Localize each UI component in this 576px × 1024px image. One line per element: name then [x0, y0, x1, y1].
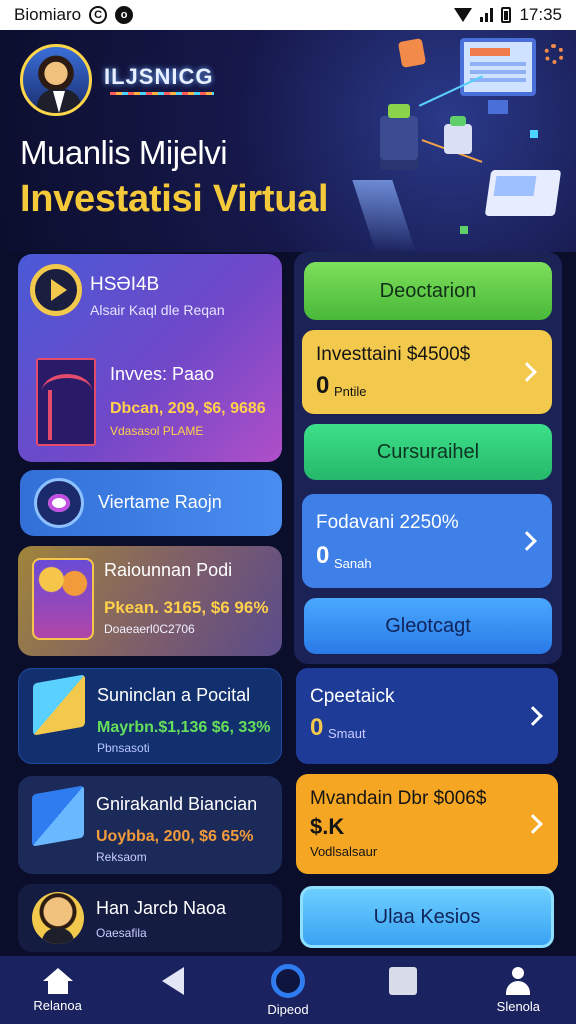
- balance-card-title: Gnirakanld Biancian: [96, 794, 258, 814]
- status-bar: Biomiaro C o 17:35: [0, 0, 576, 30]
- profile-card[interactable]: Han Jarcb Naoa Oaesafila: [18, 884, 282, 952]
- left-column: HSƏI4B Alsair Kaql dle Reqan Invves: Paa…: [14, 252, 286, 952]
- chart-thumbnail-icon: [36, 358, 96, 446]
- featured-subtitle: Alsair Kaql dle Reqan: [90, 302, 225, 318]
- nav-profile-label: Slenola: [496, 998, 541, 1014]
- coins-card[interactable]: Raiounnan Podi Pkean. 3165, $6 96% Doaea…: [18, 546, 282, 656]
- portfolio-card-value: Mayrbn.$1,136 $6, 33%: [97, 719, 271, 736]
- coins-card-note: Doaeaerl0C2706: [104, 622, 195, 636]
- portfolio-card-note: Pbnsasoti: [97, 741, 150, 755]
- monitor-icon: [460, 38, 536, 96]
- investment-title: Investtaini $4500$: [316, 344, 471, 365]
- mvandain-title: Mvandain Dbr $006$: [310, 788, 487, 809]
- coins-icon: [32, 558, 94, 640]
- avatar[interactable]: [20, 44, 92, 116]
- square-icon: [389, 967, 418, 995]
- mvandain-note: Vodlsalsaur: [310, 844, 378, 859]
- coins-card-title: Raiounnan Podi: [104, 560, 233, 580]
- chat-card[interactable]: Viertame Raojn: [20, 470, 282, 536]
- coins-card-value: Pkean. 3165, $6 96%: [104, 598, 269, 617]
- balance-card[interactable]: Gnirakanld Biancian Uoybba, 200, $6 65% …: [18, 776, 282, 874]
- nav-back[interactable]: [123, 967, 223, 1013]
- featured-title: HSƏI4B: [90, 274, 160, 295]
- chevron-right-icon: [523, 814, 543, 834]
- featured-item-title: Invves: Paao: [110, 364, 215, 384]
- mvandain-value: $.K: [310, 814, 345, 839]
- balance-card-value: Uoybba, 200, $6 65%: [96, 828, 254, 845]
- home-icon: [42, 967, 73, 994]
- battery-icon: [501, 7, 512, 23]
- cube-icon: [444, 116, 472, 154]
- laptop-icon: [484, 170, 562, 216]
- hero-banner: ILJSNICG Muanlis Mijelvi Investatisi Vir…: [0, 30, 576, 252]
- person-icon: [32, 892, 84, 944]
- nav-home-label: Relanoa: [33, 997, 82, 1013]
- right-panel: Deoctarion Investtaini $4500$ 0 Pntile C…: [294, 252, 562, 664]
- gear-icon: [544, 44, 564, 64]
- featured-item-value: Dbcan, 209, $6, 9686: [110, 400, 266, 417]
- status-time: 17:35: [519, 5, 562, 24]
- chevron-right-icon: [517, 362, 537, 382]
- portfolio-card-title: Suninclan a Pocital: [97, 685, 251, 705]
- balance-card-note: Reksaom: [96, 850, 147, 864]
- person-icon: [504, 966, 532, 995]
- wifi-icon: [454, 8, 473, 22]
- featured-card[interactable]: HSƏI4B Alsair Kaql dle Reqan Invves: Paa…: [18, 254, 282, 462]
- nav-recents[interactable]: [353, 967, 453, 1013]
- signal-icon: [480, 8, 494, 22]
- chevron-right-icon: [523, 706, 543, 726]
- cpeetaick-note: Smaut: [328, 726, 366, 741]
- fodavani-title: Fodavani 2250%: [316, 512, 459, 533]
- deoctarion-button[interactable]: Deoctarion: [304, 262, 552, 320]
- portfolio-card[interactable]: Suninclan a Pocital Mayrbn.$1,136 $6, 33…: [18, 668, 282, 764]
- mvandain-card[interactable]: Mvandain Dbr $006$ $.K Vodlsalsaur: [296, 774, 558, 874]
- server-icon: [380, 104, 418, 170]
- ulaa-kesios-button[interactable]: Ulaa Kesios: [300, 886, 554, 948]
- brand-underline: [110, 92, 214, 95]
- circle-icon: [270, 963, 305, 998]
- back-icon: [161, 967, 184, 995]
- profile-card-note: Oaesafila: [96, 926, 147, 940]
- cpeetaick-value: 0: [310, 714, 324, 741]
- badge-icon: [397, 38, 427, 68]
- chat-icon: [34, 478, 84, 528]
- tech-illustration: [352, 30, 576, 252]
- chat-card-title: Viertame Raojn: [98, 492, 222, 512]
- cpeetaick-card[interactable]: Cpeetaick 0 Smaut: [296, 668, 558, 764]
- copyright-icon: C: [89, 6, 108, 24]
- camera-icon: o: [115, 6, 134, 24]
- brand-name: ILJSNICG: [104, 64, 214, 89]
- investment-card[interactable]: Investtaini $4500$ 0 Pntile: [302, 330, 552, 414]
- investment-note: Pntile: [334, 384, 367, 399]
- nav-profile[interactable]: Slenola: [468, 966, 568, 1014]
- cube-icon: [33, 674, 85, 736]
- fodavani-note: Sanah: [334, 556, 372, 571]
- profile-card-title: Han Jarcb Naoa: [96, 898, 227, 918]
- hero-subtitle: Investatisi Virtual: [20, 178, 329, 220]
- nav-home[interactable]: Relanoa: [8, 967, 108, 1013]
- carrier-label: Biomiaro: [14, 5, 82, 24]
- investment-value: 0: [316, 372, 330, 399]
- fodavani-card[interactable]: Fodavani 2250% 0 Sanah: [302, 494, 552, 588]
- featured-item-note: Vdasasol PLAME: [110, 424, 204, 438]
- play-icon[interactable]: [30, 264, 82, 316]
- fodavani-value: 0: [316, 542, 330, 569]
- bottom-nav: Relanoa Dipeod Slenola: [0, 956, 576, 1024]
- chevron-right-icon: [517, 531, 537, 551]
- nav-center-label: Dipeod: [267, 1001, 309, 1017]
- cpeetaick-title: Cpeetaick: [310, 686, 395, 707]
- hero-title: Muanlis Mijelvi: [20, 134, 228, 171]
- nav-center[interactable]: Dipeod: [238, 963, 338, 1017]
- gleotcagt-button[interactable]: Gleotcagt: [304, 598, 552, 654]
- cube-icon: [32, 785, 84, 847]
- cursuraihel-button[interactable]: Cursuraihel: [304, 424, 552, 480]
